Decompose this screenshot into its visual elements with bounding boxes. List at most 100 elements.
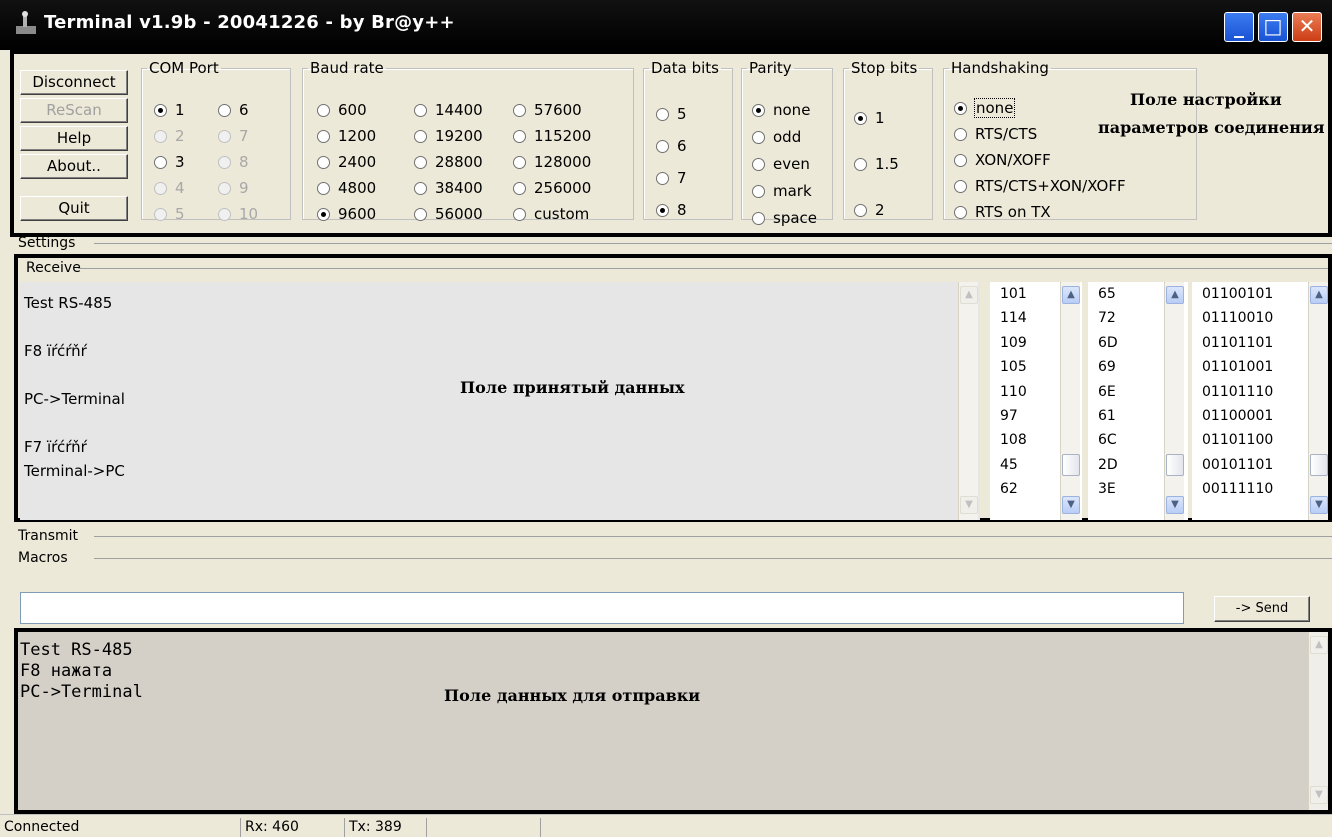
- scroll-up-icon[interactable]: ▲: [1166, 286, 1184, 304]
- window-title: Terminal v1.9b - 20041226 - by Br@y++: [44, 12, 455, 33]
- receive-scrollbar[interactable]: ▲ ▼: [958, 282, 978, 520]
- com-1-radio[interactable]: 1: [154, 100, 185, 120]
- handshaking-label: Handshaking: [951, 59, 1049, 77]
- baud-19200-radio[interactable]: 19200: [414, 126, 483, 146]
- com-3-radio[interactable]: 3: [154, 152, 185, 172]
- baud-2400-radio[interactable]: 2400: [317, 152, 376, 172]
- receive-divider: [78, 268, 1328, 269]
- maximize-button[interactable]: □: [1258, 12, 1288, 42]
- data-bits-6-radio[interactable]: 6: [656, 136, 687, 156]
- receive-annotation: Поле принятый данных: [460, 378, 685, 397]
- com-8-radio[interactable]: 8: [218, 152, 249, 172]
- about-button[interactable]: About..: [20, 154, 128, 179]
- parity-none-radio[interactable]: none: [752, 100, 810, 120]
- handshaking-rts-cts-radio[interactable]: RTS/CTS: [954, 124, 1037, 144]
- send-annotation: Поле данных для отправки: [444, 686, 701, 705]
- baud-rate-group: Baud rate 600 1200 2400 4800 9600 14400 …: [302, 60, 634, 223]
- status-tx: Tx: 389: [344, 818, 426, 837]
- scroll-thumb[interactable]: [1310, 454, 1328, 476]
- send-input[interactable]: [20, 592, 1184, 624]
- scroll-up-icon[interactable]: ▲: [1310, 636, 1328, 654]
- stop-bits-1-5-radio[interactable]: 1.5: [854, 154, 899, 174]
- title-bar[interactable]: Terminal v1.9b - 20041226 - by Br@y++ _ …: [0, 0, 1332, 50]
- scroll-down-icon[interactable]: ▼: [1166, 496, 1184, 514]
- receive-line-3: PC->Terminal: [24, 390, 125, 408]
- receive-line-5: Terminal->PC: [24, 462, 125, 480]
- bin-scrollbar[interactable]: ▲ ▼: [1308, 282, 1328, 520]
- parity-mark-radio[interactable]: mark: [752, 181, 812, 201]
- dec-values: 101 114 109 105 110 97 108 45 62: [1000, 286, 1027, 498]
- com-5-radio[interactable]: 5: [154, 204, 185, 224]
- transmit-log-scrollbar[interactable]: ▲ ▼: [1308, 632, 1328, 810]
- scroll-up-icon[interactable]: ▲: [960, 286, 978, 304]
- baud-1200-radio[interactable]: 1200: [317, 126, 376, 146]
- hex-column[interactable]: 65 72 6D 69 6E 61 6C 2D 3E ▲ ▼: [1088, 282, 1188, 520]
- baud-4800-radio[interactable]: 4800: [317, 178, 376, 198]
- quit-button[interactable]: Quit: [20, 196, 128, 221]
- parity-space-radio[interactable]: space: [752, 208, 817, 228]
- baud-9600-radio[interactable]: 9600: [317, 204, 376, 224]
- hex-scrollbar[interactable]: ▲ ▼: [1164, 282, 1184, 520]
- com-2-radio[interactable]: 2: [154, 126, 185, 146]
- transmit-log-area[interactable]: Test RS-485 F8 нажата PC->Terminal Поле …: [14, 628, 1332, 814]
- bin-column[interactable]: 01100101 01110010 01101101 01101001 0110111…: [1192, 282, 1328, 520]
- send-button[interactable]: -> Send: [1214, 596, 1310, 622]
- hex-values: 65 72 6D 69 6E 61 6C 2D 3E: [1098, 286, 1118, 498]
- receive-section-label: Receive: [26, 260, 81, 276]
- status-rx: Rx: 460: [240, 818, 344, 837]
- parity-even-radio[interactable]: even: [752, 154, 810, 174]
- receive-line-2: F8 ïŕćŕňŕ: [24, 342, 87, 360]
- scroll-down-icon[interactable]: ▼: [1310, 496, 1328, 514]
- parity-odd-radio[interactable]: odd: [752, 127, 801, 147]
- data-bits-7-radio[interactable]: 7: [656, 168, 687, 188]
- scroll-thumb[interactable]: [1062, 454, 1080, 476]
- scroll-thumb[interactable]: [1166, 454, 1184, 476]
- dec-scrollbar[interactable]: ▲ ▼: [1060, 282, 1080, 520]
- disconnect-button[interactable]: Disconnect: [20, 70, 128, 95]
- com-9-radio[interactable]: 9: [218, 178, 249, 198]
- com-10-radio[interactable]: 10: [218, 204, 258, 224]
- com-port-label: COM Port: [149, 59, 219, 77]
- scroll-down-icon[interactable]: ▼: [1062, 496, 1080, 514]
- app-icon: [16, 11, 36, 34]
- data-bits-8-radio[interactable]: 8: [656, 200, 687, 220]
- baud-custom-radio[interactable]: custom: [513, 204, 589, 224]
- com-6-radio[interactable]: 6: [218, 100, 249, 120]
- close-button[interactable]: ✕: [1292, 12, 1322, 42]
- receive-text-area[interactable]: Test RS-485 F8 ïŕćŕňŕ PC->Terminal F7 ïŕ…: [20, 282, 980, 520]
- status-spacer: [540, 818, 1332, 837]
- settings-pane: Disconnect ReScan Help About.. Quit COM …: [10, 50, 1332, 237]
- parity-label: Parity: [749, 59, 792, 77]
- scroll-down-icon[interactable]: ▼: [1310, 786, 1328, 804]
- handshaking-none-radio[interactable]: none: [954, 98, 1016, 118]
- stop-bits-label: Stop bits: [851, 59, 918, 77]
- settings-section-label[interactable]: Settings: [14, 235, 1332, 253]
- transmit-section-label[interactable]: Transmit: [14, 528, 1332, 546]
- handshaking-rts-cts-xon-xoff-radio[interactable]: RTS/CTS+XON/XOFF: [954, 176, 1126, 196]
- handshaking-xon-xoff-radio[interactable]: XON/XOFF: [954, 150, 1051, 170]
- baud-115200-radio[interactable]: 115200: [513, 126, 591, 146]
- rescan-button[interactable]: ReScan: [20, 98, 128, 123]
- data-bits-5-radio[interactable]: 5: [656, 104, 687, 124]
- scroll-down-icon[interactable]: ▼: [960, 496, 978, 514]
- baud-600-radio[interactable]: 600: [317, 100, 367, 120]
- baud-256000-radio[interactable]: 256000: [513, 178, 591, 198]
- scroll-up-icon[interactable]: ▲: [1062, 286, 1080, 304]
- baud-38400-radio[interactable]: 38400: [414, 178, 483, 198]
- baud-128000-radio[interactable]: 128000: [513, 152, 591, 172]
- minimize-button[interactable]: _: [1224, 12, 1254, 42]
- help-button[interactable]: Help: [20, 126, 128, 151]
- baud-56000-radio[interactable]: 56000: [414, 204, 483, 224]
- handshaking-rts-on-tx-radio[interactable]: RTS on TX: [954, 202, 1051, 222]
- macros-section-label[interactable]: Macros: [14, 550, 1332, 568]
- stop-bits-1-radio[interactable]: 1: [854, 108, 885, 128]
- com-7-radio[interactable]: 7: [218, 126, 249, 146]
- scroll-up-icon[interactable]: ▲: [1310, 286, 1328, 304]
- settings-annotation-line1: Поле настройки: [1130, 90, 1282, 109]
- stop-bits-2-radio[interactable]: 2: [854, 200, 885, 220]
- baud-28800-radio[interactable]: 28800: [414, 152, 483, 172]
- com-4-radio[interactable]: 4: [154, 178, 185, 198]
- baud-14400-radio[interactable]: 14400: [414, 100, 483, 120]
- baud-57600-radio[interactable]: 57600: [513, 100, 582, 120]
- dec-column[interactable]: 101 114 109 105 110 97 108 45 62 ▲ ▼: [990, 282, 1082, 520]
